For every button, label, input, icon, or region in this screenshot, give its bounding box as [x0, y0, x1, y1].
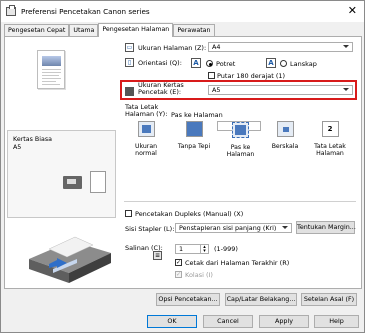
copies-range: (1-999)	[214, 245, 238, 253]
specify-margin-button[interactable]: Tentukan Margin...	[296, 221, 356, 234]
page-size-icon: ▭	[125, 43, 134, 52]
portrait-radio[interactable]	[206, 60, 213, 67]
close-icon[interactable]: ✕	[348, 4, 357, 17]
orientation-label: Orientasi (Q):	[138, 59, 182, 67]
fit-to-page-label-2: Halaman	[226, 151, 255, 158]
duplex-checkbox[interactable]	[125, 210, 132, 217]
layout-item-label: Tata Letak Halaman	[308, 143, 352, 157]
layout-label-2: Halaman (Y):	[125, 110, 168, 118]
stamp-background-button[interactable]: Cap/Latar Belakang...	[225, 293, 297, 306]
tab-page-setup[interactable]: Pengesetan Halaman	[98, 23, 174, 37]
layout-label: Tata Letak Halaman (Y):	[125, 104, 167, 118]
page-size-label: Ukuran Halaman (Z):	[138, 44, 207, 52]
layout-item-label: Tanpa Tepi	[177, 143, 211, 150]
portrait-label: Potret	[216, 60, 236, 68]
layout-current-text: Pas ke Halaman	[171, 111, 223, 119]
apply-button[interactable]: Apply	[259, 315, 309, 328]
media-type-text: Kertas Biasa	[13, 136, 52, 143]
preview-image	[42, 56, 61, 66]
page-layout-label-2: Halaman	[316, 150, 344, 157]
copies-spinner[interactable]: ▴ ▾	[200, 245, 208, 254]
title-bar: Preferensi Pencetakan Canon series ✕	[1, 1, 364, 22]
layout-options: Ukuran normal Tanpa Tepi Pas ke Halaman B…	[124, 121, 352, 168]
collate-label: Kolasi (I)	[185, 271, 213, 279]
landscape-radio[interactable]	[280, 60, 287, 67]
duplex-label: Pencetakan Dupleks (Manual) (X)	[135, 210, 244, 218]
media-size-text: A5	[13, 144, 22, 151]
divider	[124, 201, 356, 202]
portrait-icon: A	[191, 58, 201, 68]
print-options-button[interactable]: Opsi Pencetakan...	[156, 293, 220, 306]
landscape-icon: A	[266, 58, 276, 68]
fit-to-page-icon	[232, 122, 249, 138]
normal-size-icon	[137, 121, 155, 137]
paper-icon	[90, 171, 106, 193]
staple-side-label: Sisi Stapler (L):	[125, 225, 175, 233]
layout-scaled[interactable]: Berskala	[263, 121, 307, 150]
page-layout-icon: 2	[321, 121, 339, 137]
print-preferences-window: Preferensi Pencetakan Canon series ✕ Pen…	[0, 0, 365, 333]
reverse-order-label: Cetak dari Halaman Terakhir (R)	[185, 259, 290, 267]
rotate-180-label: Putar 180 derajat (1)	[217, 72, 286, 80]
page-preview	[37, 50, 65, 89]
landscape-label: Lanskap	[290, 60, 317, 68]
layout-item-label: Berskala	[271, 143, 299, 150]
layout-borderless[interactable]: Tanpa Tepi	[172, 121, 216, 150]
help-button[interactable]: Help	[314, 315, 359, 328]
copies-input[interactable]: 1 ▴ ▾	[175, 244, 209, 254]
borderless-icon	[185, 121, 203, 137]
collate-checkbox[interactable]: ✓	[175, 271, 182, 278]
chevron-down-icon	[343, 45, 349, 48]
scaled-icon	[276, 121, 294, 137]
ok-button[interactable]: OK	[147, 315, 197, 328]
staple-side-select[interactable]: Penstapleran sisi panjang (Kri)	[175, 223, 292, 233]
window-title: Preferensi Pencetakan Canon series	[21, 7, 150, 16]
printer-app-icon	[6, 5, 16, 16]
copies-value: 1	[179, 245, 184, 253]
defaults-button[interactable]: Setelan Asal (F)	[301, 293, 357, 306]
media-preview-box: Kertas Biasa A5	[7, 130, 116, 218]
page-size-select[interactable]: A4	[208, 42, 353, 52]
chevron-down-icon	[282, 226, 288, 229]
copies-icon: ≡	[153, 251, 162, 260]
orientation-icon: ▯	[125, 58, 134, 67]
reverse-order-checkbox[interactable]: ✓	[175, 259, 182, 266]
layout-item-label: Pas ke Halaman	[221, 144, 260, 158]
cancel-button[interactable]: Cancel	[203, 315, 253, 328]
rotate-180-checkbox[interactable]	[208, 72, 215, 79]
staple-side-value: Penstapleran sisi panjang (Kri)	[179, 224, 277, 232]
printer-illustration	[29, 236, 111, 283]
page-layout-label-1: Tata Letak	[314, 143, 346, 150]
layout-item-label: Ukuran normal	[134, 143, 158, 157]
layout-page-layout[interactable]: 2 Tata Letak Halaman	[308, 121, 352, 157]
tab-bar: Pengesetan Cepat Utama Pengesetan Halama…	[4, 23, 215, 37]
page-size-value: A4	[212, 43, 221, 51]
layout-normal-size[interactable]: Ukuran normal	[124, 121, 168, 157]
layout-fit-to-page[interactable]: Pas ke Halaman	[217, 121, 261, 158]
printer-icon	[63, 176, 82, 189]
fit-to-page-label-1: Pas ke	[230, 144, 251, 151]
highlight-box	[120, 80, 357, 100]
